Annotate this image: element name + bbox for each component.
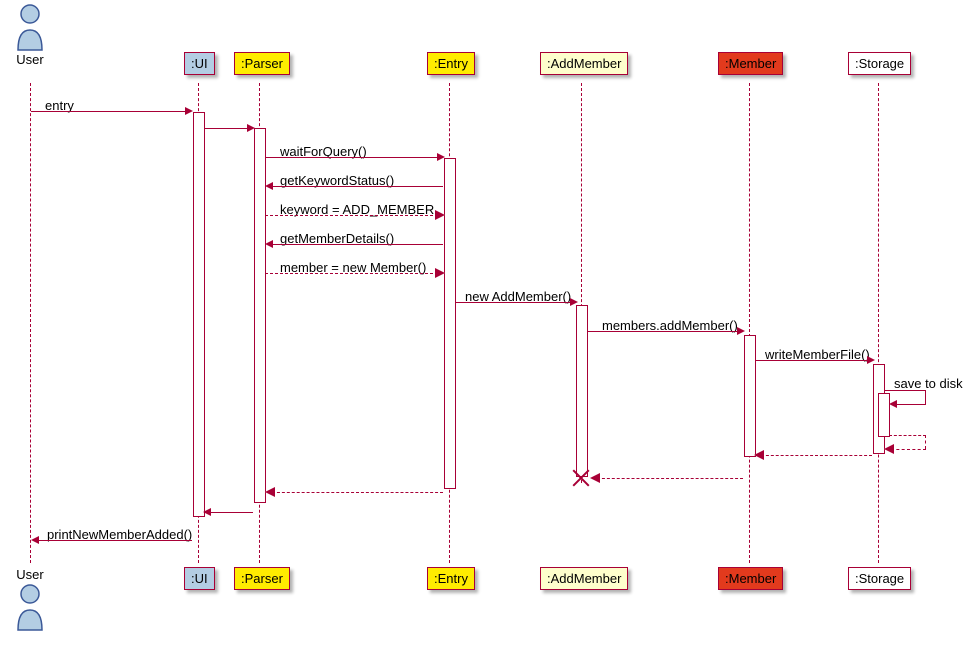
destroy-icon: [572, 469, 590, 487]
actor-icon: [14, 584, 46, 632]
participant-member-bottom: :Member: [718, 567, 783, 590]
participant-parser-bottom: :Parser: [234, 567, 290, 590]
participant-member-top: :Member: [718, 52, 783, 75]
participant-ui-bottom: :UI: [184, 567, 215, 590]
message-save-to-disk: save to disk: [894, 376, 963, 391]
participant-entry-top: :Entry: [427, 52, 475, 75]
participant-storage-top: :Storage: [848, 52, 911, 75]
participant-addmember-bottom: :AddMember: [540, 567, 628, 590]
participant-ui-top: :UI: [184, 52, 215, 75]
participant-entry-bottom: :Entry: [427, 567, 475, 590]
participant-parser-top: :Parser: [234, 52, 290, 75]
participant-user-bottom: User: [0, 567, 60, 582]
participant-user-top: User: [0, 52, 60, 67]
participant-addmember-top: :AddMember: [540, 52, 628, 75]
participant-storage-bottom: :Storage: [848, 567, 911, 590]
actor-icon: [14, 4, 46, 52]
